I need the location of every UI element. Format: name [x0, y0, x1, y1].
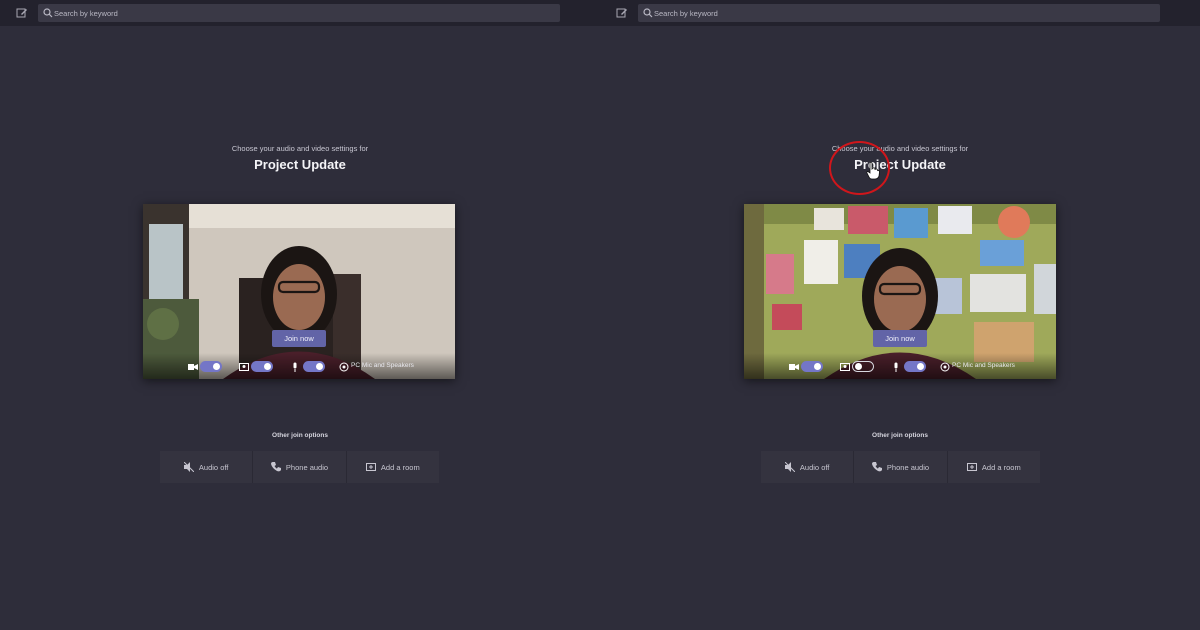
speaker-off-icon — [183, 462, 194, 472]
microphone-icon — [293, 362, 297, 372]
other-join-options-title: Other join options — [872, 432, 928, 439]
toggle-knob — [213, 363, 220, 370]
meeting-title: Project Update — [854, 157, 946, 172]
audio-off-label: Audio off — [198, 462, 229, 472]
search-box[interactable] — [38, 4, 560, 22]
background-blur-toggle[interactable] — [852, 361, 874, 372]
speaker-off-icon — [784, 462, 795, 472]
add-room-label: Add a room — [981, 462, 1021, 472]
phone-audio-label: Phone audio — [886, 462, 930, 472]
search-input[interactable] — [54, 4, 554, 22]
audio-device-label[interactable]: PC Mic and Speakers — [351, 362, 414, 369]
top-bar — [600, 0, 1200, 26]
meeting-title: Project Update — [254, 157, 346, 172]
room-icon — [365, 463, 376, 471]
microphone-icon — [894, 362, 898, 372]
camera-toggle[interactable] — [200, 361, 222, 372]
top-bar — [0, 0, 600, 26]
toggle-knob — [917, 363, 924, 370]
camera-icon — [789, 364, 799, 370]
microphone-toggle[interactable] — [303, 361, 325, 372]
phone-icon — [270, 462, 281, 472]
highlight-circle — [829, 141, 890, 195]
search-input[interactable] — [654, 4, 1154, 22]
prejoin-pane-left: Choose your audio and video settings for… — [0, 0, 600, 630]
prejoin-pane-right: Choose your audio and video settings for… — [600, 0, 1200, 630]
toggle-knob — [855, 363, 862, 370]
search-box[interactable] — [638, 4, 1160, 22]
audio-off-label: Audio off — [799, 462, 830, 472]
camera-toggle[interactable] — [801, 361, 823, 372]
room-icon — [966, 463, 977, 471]
device-settings-icon[interactable] — [339, 362, 349, 372]
other-join-options-title: Other join options — [272, 432, 328, 439]
other-join-options: Audio off Phone audio Add a room — [160, 451, 439, 483]
phone-audio-label: Phone audio — [285, 462, 329, 472]
compose-icon[interactable] — [16, 7, 28, 19]
hand-cursor-icon — [866, 162, 880, 180]
search-icon — [643, 8, 653, 18]
video-preview: Join now PC Mic and Speakers — [744, 204, 1056, 379]
add-room-label: Add a room — [380, 462, 420, 472]
compose-icon[interactable] — [616, 7, 628, 19]
other-join-options: Audio off Phone audio Add a room — [761, 451, 1040, 483]
background-blur-icon — [840, 363, 850, 371]
toggle-knob — [316, 363, 323, 370]
background-blur-icon — [239, 363, 249, 371]
device-settings-icon[interactable] — [940, 362, 950, 372]
prejoin-subtitle: Choose your audio and video settings for — [231, 144, 369, 153]
toggle-knob — [264, 363, 271, 370]
phone-audio-option[interactable]: Phone audio — [253, 451, 347, 483]
prejoin-subtitle: Choose your audio and video settings for — [831, 144, 969, 153]
add-room-option[interactable]: Add a room — [347, 451, 439, 483]
video-preview: Join now PC Mic and Speakers — [143, 204, 455, 379]
join-now-button[interactable]: Join now — [272, 330, 326, 347]
add-room-option[interactable]: Add a room — [948, 451, 1040, 483]
phone-icon — [871, 462, 882, 472]
camera-icon — [188, 364, 198, 370]
phone-audio-option[interactable]: Phone audio — [854, 451, 948, 483]
audio-device-label[interactable]: PC Mic and Speakers — [952, 362, 1015, 369]
microphone-toggle[interactable] — [904, 361, 926, 372]
join-now-button[interactable]: Join now — [873, 330, 927, 347]
audio-off-option[interactable]: Audio off — [761, 451, 855, 483]
audio-off-option[interactable]: Audio off — [160, 451, 254, 483]
background-blur-toggle[interactable] — [251, 361, 273, 372]
toggle-knob — [814, 363, 821, 370]
search-icon — [43, 8, 53, 18]
